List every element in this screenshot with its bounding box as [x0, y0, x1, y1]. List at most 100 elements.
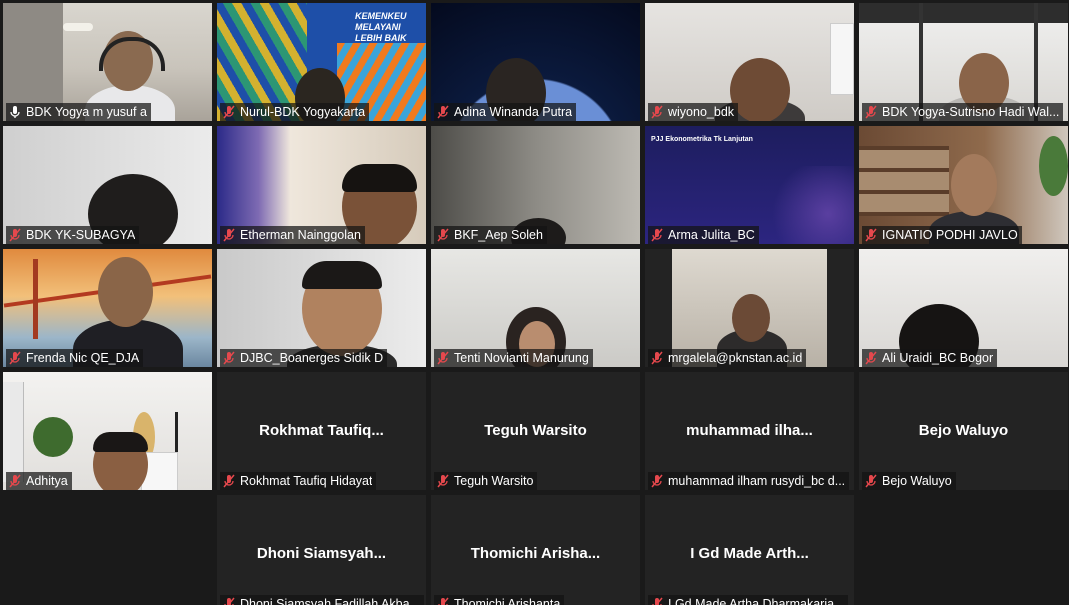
- participant-name-label: BDK YK-SUBAGYA: [6, 226, 140, 244]
- participant-name: BKF_Aep Soleh: [454, 228, 543, 242]
- participant-tile[interactable]: I Gd Made Arth... I Gd Made Artha Dharma…: [645, 495, 854, 605]
- participant-name: Rokhmat Taufiq Hidayat: [240, 474, 373, 488]
- participant-name-label: Frenda Nic QE_DJA: [6, 349, 144, 367]
- participant-name-label: IGNATIO PODHI JAVLO: [862, 226, 1022, 244]
- mic-muted-icon: [437, 105, 449, 119]
- participant-tile[interactable]: PJJ Ekonometrika Tk Lanjutan Arma Julita…: [645, 126, 854, 244]
- participant-tile[interactable]: mrgalela@pknstan.ac.id: [645, 249, 854, 367]
- participant-name: mrgalela@pknstan.ac.id: [668, 351, 803, 365]
- mic-muted-icon: [652, 597, 663, 605]
- participant-tile[interactable]: Adhitya: [3, 372, 212, 490]
- participant-tile[interactable]: BKF_Aep Soleh: [431, 126, 640, 244]
- participant-name-label: Adina Winanda Putra: [434, 103, 577, 121]
- participant-name-label: Rokhmat Taufiq Hidayat: [220, 472, 377, 490]
- mic-muted-icon: [438, 597, 449, 605]
- mic-muted-icon: [437, 351, 449, 365]
- participant-name-label: Nurul-BDK Yogyakarta: [220, 103, 370, 121]
- participant-name-label: muhammad ilham rusydi_bc d...: [648, 472, 850, 490]
- mic-muted-icon: [9, 474, 21, 488]
- participant-name: Bejo Waluyo: [882, 474, 952, 488]
- mic-muted-icon: [865, 351, 877, 365]
- participant-display-name: Rokhmat Taufiq...: [259, 422, 384, 439]
- participant-name: Tenti Novianti Manurung: [454, 351, 589, 365]
- slide-title: PJJ Ekonometrika Tk Lanjutan: [651, 136, 753, 143]
- participant-tile[interactable]: KEMENKEU MELAYANI LEBIH BAIK Nurul-BDK Y…: [217, 3, 426, 121]
- participant-tile[interactable]: BDK YK-SUBAGYA: [3, 126, 212, 244]
- participant-display-name: Dhoni Siamsyah...: [256, 545, 387, 562]
- mic-muted-icon: [9, 351, 21, 365]
- participant-name-label: I Gd Made Artha Dharmakaria...: [648, 595, 849, 605]
- participant-name: Etherman Nainggolan: [240, 228, 361, 242]
- mic-muted-icon: [651, 105, 663, 119]
- mic-muted-icon: [224, 597, 235, 605]
- participant-name-label: BDK Yogya-Sutrisno Hadi Wal...: [862, 103, 1064, 121]
- participant-name: Ali Uraidi_BC Bogor: [882, 351, 994, 365]
- participant-name-label: DJBC_Boanerges Sidik D: [220, 349, 388, 367]
- participant-name-label: Teguh Warsito: [434, 472, 538, 490]
- participant-name: Frenda Nic QE_DJA: [26, 351, 140, 365]
- participant-name: IGNATIO PODHI JAVLO: [882, 228, 1018, 242]
- mic-muted-icon: [437, 228, 449, 242]
- participant-name: BDK Yogya m yusuf a: [26, 105, 147, 119]
- participant-name: Teguh Warsito: [454, 474, 534, 488]
- mic-muted-icon: [865, 105, 877, 119]
- participant-name: DJBC_Boanerges Sidik D: [240, 351, 384, 365]
- mic-muted-icon: [865, 228, 877, 242]
- participant-tile[interactable]: Tenti Novianti Manurung: [431, 249, 640, 367]
- participant-name: Nurul-BDK Yogyakarta: [240, 105, 366, 119]
- participant-name-label: mrgalela@pknstan.ac.id: [648, 349, 807, 367]
- mic-muted-icon: [223, 105, 235, 119]
- participant-name-label: BDK Yogya m yusuf a: [6, 103, 151, 121]
- mic-muted-icon: [865, 474, 877, 488]
- participant-name: Arma Julita_BC: [668, 228, 755, 242]
- participant-tile[interactable]: BDK Yogya m yusuf a: [3, 3, 212, 121]
- participant-display-name: Teguh Warsito: [484, 422, 587, 439]
- participant-tile[interactable]: Dhoni Siamsyah... Dhoni Siamsyah Fadilla…: [217, 495, 426, 605]
- participant-name-label: wiyono_bdk: [648, 103, 739, 121]
- participant-name-label: Tenti Novianti Manurung: [434, 349, 593, 367]
- participant-name-label: Etherman Nainggolan: [220, 226, 365, 244]
- participant-name: muhammad ilham rusydi_bc d...: [668, 474, 846, 488]
- participant-tile[interactable]: wiyono_bdk: [645, 3, 854, 121]
- participant-tile[interactable]: Frenda Nic QE_DJA: [3, 249, 212, 367]
- mic-muted-icon: [651, 228, 663, 242]
- participant-name: I Gd Made Artha Dharmakaria...: [668, 597, 845, 605]
- participant-tile[interactable]: Adina Winanda Putra: [431, 3, 640, 121]
- participant-tile[interactable]: Bejo Waluyo Bejo Waluyo: [859, 372, 1068, 490]
- participant-name-label: Ali Uraidi_BC Bogor: [862, 349, 998, 367]
- participant-display-name: Bejo Waluyo: [918, 422, 1009, 439]
- participant-display-name: muhammad ilha...: [686, 422, 813, 439]
- slide-title: KEMENKEU MELAYANI LEBIH BAIK: [355, 11, 407, 43]
- participant-tile[interactable]: BDK Yogya-Sutrisno Hadi Wal...: [859, 3, 1068, 121]
- participant-name: wiyono_bdk: [668, 105, 735, 119]
- mic-muted-icon: [223, 228, 235, 242]
- mic-muted-icon: [651, 351, 663, 365]
- participant-name-label: Arma Julita_BC: [648, 226, 759, 244]
- participant-tile[interactable]: muhammad ilha... muhammad ilham rusydi_b…: [645, 372, 854, 490]
- mic-icon: [10, 106, 20, 118]
- participant-name: Thomichi Arishanta: [454, 597, 561, 605]
- mic-muted-icon: [437, 474, 449, 488]
- participant-name: Adhitya: [26, 474, 68, 488]
- mic-muted-icon: [223, 351, 235, 365]
- participant-name-label: Thomichi Arishanta: [434, 595, 565, 605]
- participant-display-name: I Gd Made Arth...: [690, 545, 809, 562]
- participant-tile[interactable]: DJBC_Boanerges Sidik D: [217, 249, 426, 367]
- participant-tile[interactable]: Ali Uraidi_BC Bogor: [859, 249, 1068, 367]
- participant-name-label: BKF_Aep Soleh: [434, 226, 547, 244]
- participant-tile[interactable]: Etherman Nainggolan: [217, 126, 426, 244]
- participant-display-name: Thomichi Arisha...: [470, 545, 601, 562]
- participant-name: Adina Winanda Putra: [454, 105, 573, 119]
- participant-tile[interactable]: IGNATIO PODHI JAVLO: [859, 126, 1068, 244]
- participant-name-label: Dhoni Siamsyah Fadillah Akba...: [220, 595, 424, 605]
- mic-muted-icon: [9, 228, 21, 242]
- participant-tile[interactable]: Thomichi Arisha... Thomichi Arishanta: [431, 495, 640, 605]
- participant-name: BDK YK-SUBAGYA: [26, 228, 136, 242]
- mic-muted-icon: [651, 474, 663, 488]
- participant-tile[interactable]: Rokhmat Taufiq... Rokhmat Taufiq Hidayat: [217, 372, 426, 490]
- participant-name: Dhoni Siamsyah Fadillah Akba...: [240, 597, 420, 605]
- participant-name-label: Adhitya: [6, 472, 72, 490]
- participant-name-label: Bejo Waluyo: [862, 472, 956, 490]
- mic-muted-icon: [223, 474, 235, 488]
- participant-tile[interactable]: Teguh Warsito Teguh Warsito: [431, 372, 640, 490]
